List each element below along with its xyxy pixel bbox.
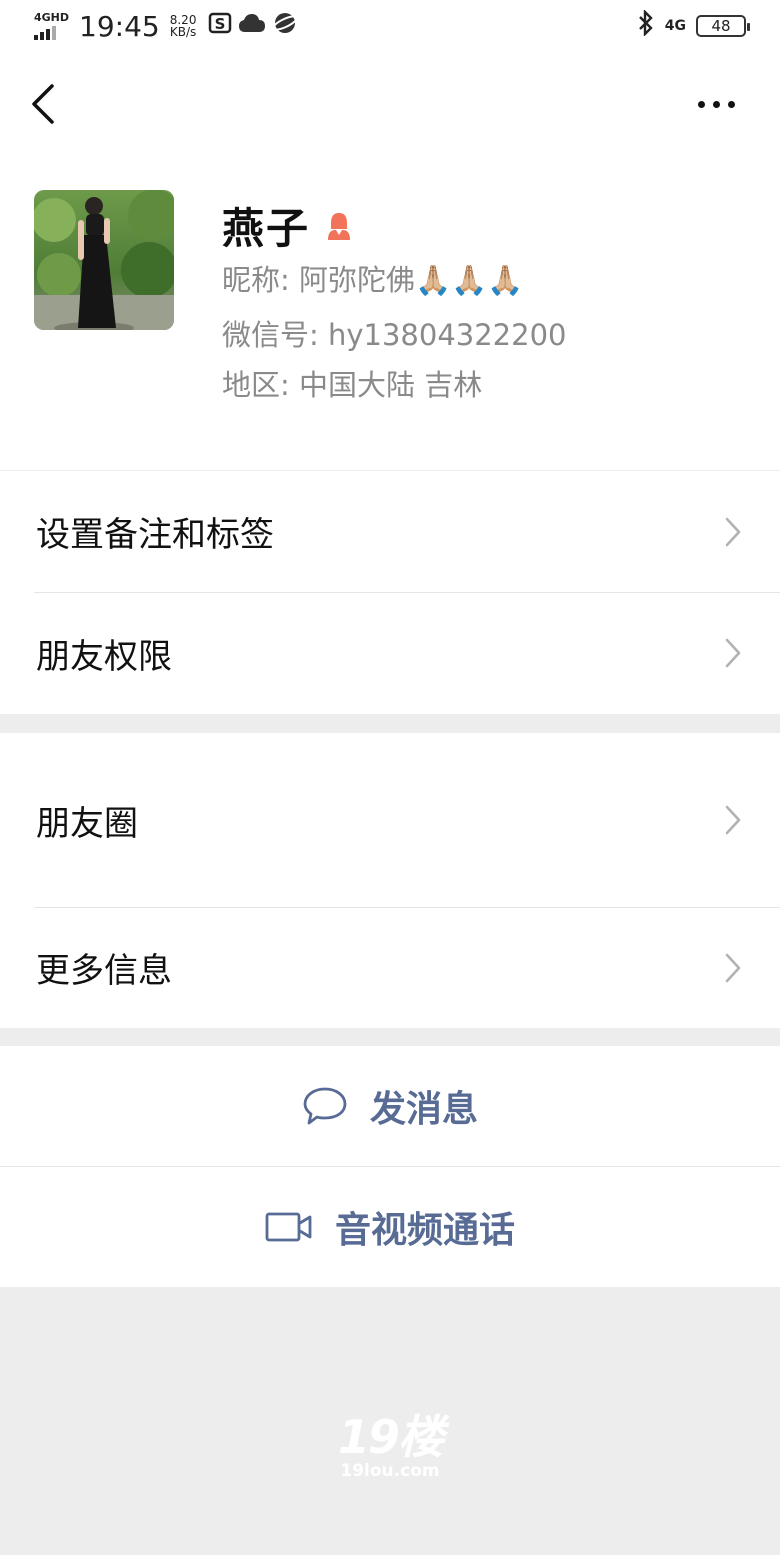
- planet-icon: [272, 11, 299, 41]
- svg-text:S: S: [215, 15, 226, 33]
- battery-level: 48: [711, 17, 731, 35]
- settings-group: 设置备注和标签 朋友权限: [0, 471, 780, 714]
- avatar[interactable]: [34, 190, 174, 330]
- status-bar: 4GHD 19:45 8.20 KB/s S 4G 48: [0, 0, 780, 52]
- female-gender-icon: [322, 209, 356, 243]
- menu-item-label: 朋友权限: [36, 636, 172, 677]
- nickname-text: 昵称: 阿弥陀佛🙏🏼🙏🏼🙏🏼: [222, 263, 524, 297]
- notification-s-icon: S: [208, 11, 232, 41]
- battery-icon: 48: [696, 15, 750, 37]
- menu-item-label: 朋友圈: [36, 803, 138, 844]
- set-remark-and-tags-item[interactable]: 设置备注和标签: [0, 471, 780, 592]
- moments-item[interactable]: 朋友圈: [0, 733, 780, 907]
- status-right: 4G 48: [637, 8, 750, 43]
- profile-header: 燕子 昵称: 阿弥陀佛🙏🏼🙏🏼🙏🏼 微信号: hy13804322200 地区:…: [0, 157, 780, 470]
- clock: 19:45: [79, 9, 160, 43]
- video-call-button[interactable]: 音视频通话: [0, 1167, 780, 1287]
- chat-bubble-icon: [303, 1087, 347, 1125]
- nav-bar: [0, 52, 780, 157]
- name-row: 燕子: [222, 195, 356, 256]
- back-button[interactable]: [26, 82, 66, 126]
- contact-name: 燕子: [222, 204, 311, 253]
- network-indicator: 4GHD: [34, 10, 70, 40]
- send-message-button[interactable]: 发消息: [0, 1046, 780, 1166]
- send-message-label: 发消息: [369, 1089, 478, 1130]
- dot-icon: [728, 100, 735, 108]
- chevron-right-icon: [725, 953, 741, 982]
- speed-unit: KB/s: [169, 25, 197, 39]
- wechat-id-text: 微信号: hy13804322200: [222, 318, 567, 352]
- chevron-left-icon: [32, 84, 54, 124]
- cloud-icon: [238, 12, 266, 40]
- chevron-right-icon: [725, 517, 741, 546]
- dot-icon: [713, 100, 720, 108]
- menu-item-label: 设置备注和标签: [36, 515, 274, 555]
- region-text: 地区: 中国大陆 吉林: [222, 368, 483, 402]
- chevron-right-icon: [725, 638, 741, 668]
- network-speed: 8.20 KB/s: [170, 14, 197, 38]
- watermark-big: 19楼: [337, 1410, 444, 1464]
- video-call-label: 音视频通话: [334, 1210, 515, 1251]
- more-info-item[interactable]: 更多信息: [0, 907, 780, 1028]
- social-group: 朋友圈 更多信息: [0, 733, 780, 1028]
- friend-permissions-item[interactable]: 朋友权限: [0, 592, 780, 714]
- watermark-small: 19lou.com: [340, 1461, 440, 1481]
- chevron-right-icon: [725, 805, 741, 835]
- network-type-label: 4GHD: [34, 10, 70, 24]
- video-camera-icon: [265, 1212, 312, 1242]
- more-options-button[interactable]: [698, 92, 742, 116]
- signal-bars-icon: [34, 25, 69, 40]
- mobile-data-label: 4G: [664, 18, 686, 34]
- bluetooth-icon: [637, 8, 655, 43]
- watermark-logo: 19楼 19lou.com: [330, 1412, 450, 1492]
- dot-icon: [698, 100, 705, 108]
- menu-item-label: 更多信息: [36, 951, 172, 991]
